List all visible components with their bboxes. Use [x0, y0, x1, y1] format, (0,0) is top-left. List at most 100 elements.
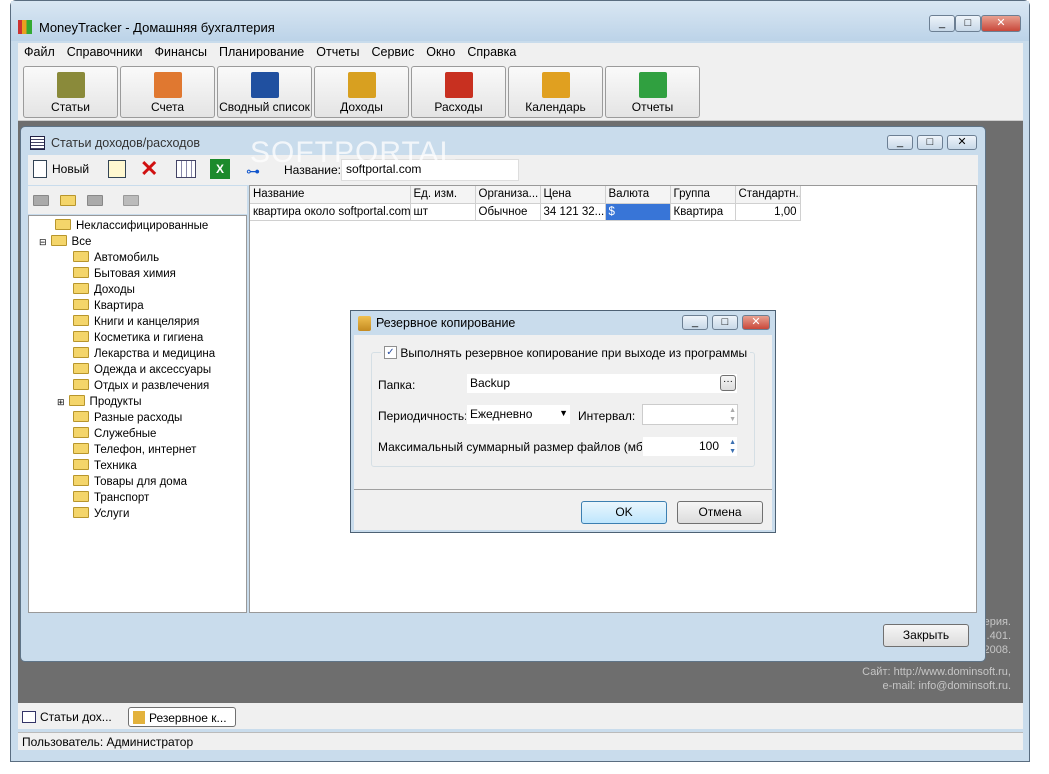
- toolbar-button[interactable]: Календарь: [508, 66, 603, 118]
- table-row[interactable]: квартира около softportal.com шт Обычное 34…: [250, 203, 801, 221]
- menu-item[interactable]: Планирование: [213, 43, 310, 63]
- tree-label: Неклассифицированные: [76, 220, 209, 232]
- edit-icon[interactable]: [108, 160, 126, 178]
- column-header[interactable]: Название: [250, 186, 411, 204]
- column-header[interactable]: Стандартн...: [735, 186, 801, 204]
- tree-item[interactable]: Служебные: [29, 426, 246, 442]
- menu-item[interactable]: Отчеты: [310, 43, 365, 63]
- cancel-button[interactable]: Отмена: [677, 501, 763, 524]
- tree-item[interactable]: Одежда и аксессуары: [29, 362, 246, 378]
- tree-item[interactable]: Техника: [29, 458, 246, 474]
- status-user: Пользователь: Администратор: [22, 735, 194, 749]
- toolbar-button[interactable]: Доходы: [314, 66, 409, 118]
- column-header[interactable]: Валюта: [605, 186, 671, 204]
- tree-item[interactable]: ⊟ Все: [29, 234, 246, 250]
- collapse-icon[interactable]: ⊟: [39, 237, 47, 247]
- folder-icon[interactable]: [123, 195, 139, 206]
- tree-item[interactable]: Автомобиль: [29, 250, 246, 266]
- folder-icon: [73, 283, 89, 294]
- folder-icon[interactable]: [87, 195, 103, 206]
- spinner-icon[interactable]: ▲ ▼: [729, 438, 736, 456]
- tree-item[interactable]: Транспорт: [29, 490, 246, 506]
- task-articles[interactable]: Статьи дох...: [22, 707, 122, 727]
- toolbar-button[interactable]: Счета: [120, 66, 215, 118]
- spinner-icon[interactable]: ▲ ▼: [729, 406, 736, 424]
- site-line: Сайт: http://www.dominsoft.ru,: [862, 666, 1011, 678]
- excel-icon[interactable]: X: [210, 159, 230, 179]
- tree-label: Продукты: [89, 396, 142, 408]
- toolbar-button[interactable]: Отчеты: [605, 66, 700, 118]
- menu-item[interactable]: Окно: [420, 43, 461, 63]
- column-header[interactable]: Группа: [670, 186, 736, 204]
- menu-item[interactable]: Файл: [18, 43, 61, 63]
- menu-item[interactable]: Справочники: [61, 43, 149, 63]
- folder-icon: [73, 427, 89, 438]
- tree-label: Товары для дома: [94, 476, 188, 488]
- column-header[interactable]: Цена: [540, 186, 606, 204]
- tree-item[interactable]: Неклассифицированные: [29, 218, 246, 234]
- tree-item[interactable]: Бытовая химия: [29, 266, 246, 282]
- tree-item[interactable]: Косметика и гигиена: [29, 330, 246, 346]
- table-cell[interactable]: квартира около softportal.com: [250, 203, 411, 221]
- ok-button[interactable]: OK: [581, 501, 667, 524]
- tree-item[interactable]: Телефон, интернет: [29, 442, 246, 458]
- toolbar-button[interactable]: Статьи: [23, 66, 118, 118]
- delete-icon[interactable]: ✕: [140, 156, 158, 182]
- period-select[interactable]: Ежедневно ▼: [466, 404, 571, 425]
- table-icon[interactable]: [176, 160, 196, 178]
- table-cell[interactable]: 34 121 32...: [540, 203, 606, 221]
- tree-item[interactable]: Отдых и развлечения: [29, 378, 246, 394]
- folder-icon[interactable]: [33, 195, 49, 206]
- chevron-down-icon[interactable]: ▼: [559, 408, 568, 418]
- interval-input[interactable]: ▲ ▼: [642, 404, 738, 425]
- browse-button[interactable]: ···: [720, 375, 736, 391]
- tree-item[interactable]: Товары для дома: [29, 474, 246, 490]
- tree-label: Техника: [94, 460, 137, 472]
- folder-icon: [68, 395, 85, 406]
- tree-item[interactable]: Книги и канцелярия: [29, 314, 246, 330]
- new-button[interactable]: Новый: [33, 160, 89, 178]
- table-cell[interactable]: Обычное: [475, 203, 541, 221]
- max-size-input[interactable]: 100 ▲ ▼: [642, 436, 738, 457]
- period-value: Ежедневно: [470, 407, 533, 421]
- column-header[interactable]: Ед. изм.: [410, 186, 476, 204]
- tree-item[interactable]: Квартира: [29, 298, 246, 314]
- backup-checkbox[interactable]: ✓ Выполнять резервное копирование при вы…: [381, 345, 751, 360]
- period-label: Периодичность:: [378, 409, 468, 423]
- close-child-button[interactable]: Закрыть: [883, 624, 969, 647]
- tree-item[interactable]: Услуги: [29, 506, 246, 522]
- dialog-maximize-button[interactable]: □: [712, 315, 738, 330]
- menu-item[interactable]: Финансы: [148, 43, 212, 63]
- folder-input[interactable]: Backup: [466, 373, 738, 394]
- tree-item[interactable]: Разные расходы: [29, 410, 246, 426]
- minimize-button[interactable]: _: [929, 15, 955, 32]
- menu-item[interactable]: Сервис: [365, 43, 420, 63]
- tree-label: Квартира: [94, 300, 144, 312]
- tree-label: Все: [71, 236, 92, 248]
- close-button[interactable]: ✕: [981, 15, 1021, 32]
- task-backup[interactable]: Резервное к...: [128, 707, 236, 727]
- toolbar-button[interactable]: Расходы: [411, 66, 506, 118]
- list-icon: [22, 711, 36, 723]
- column-header[interactable]: Организа...: [475, 186, 541, 204]
- table-cell[interactable]: шт: [410, 203, 476, 221]
- toolbar-button[interactable]: Сводный список: [217, 66, 312, 118]
- maximize-button[interactable]: □: [955, 15, 981, 32]
- tree-item[interactable]: ⊞ Продукты: [29, 394, 246, 410]
- child-close-button[interactable]: ✕: [947, 135, 977, 150]
- child-minimize-button[interactable]: _: [887, 135, 913, 150]
- table-cell[interactable]: $: [605, 203, 671, 221]
- dialog-close-button[interactable]: ✕: [742, 315, 770, 330]
- tree-label: Телефон, интернет: [94, 444, 197, 456]
- table-cell[interactable]: Квартира: [670, 203, 736, 221]
- child-maximize-button[interactable]: □: [917, 135, 943, 150]
- table-cell[interactable]: 1,00: [735, 203, 801, 221]
- expand-icon[interactable]: ⊞: [57, 397, 65, 407]
- tree-item[interactable]: Доходы: [29, 282, 246, 298]
- menu-item[interactable]: Справка: [461, 43, 522, 63]
- tree-item[interactable]: Лекарства и медицина: [29, 346, 246, 362]
- checkbox-icon[interactable]: ✓: [384, 346, 397, 360]
- tree-label: Служебные: [94, 428, 157, 440]
- dialog-minimize-button[interactable]: _: [682, 315, 708, 330]
- add-folder-icon[interactable]: [60, 195, 76, 206]
